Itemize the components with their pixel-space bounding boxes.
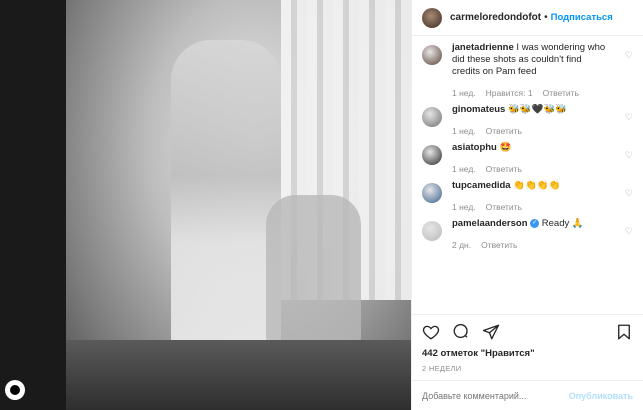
post-time: 2 НЕДЕЛИ [422,364,462,373]
reply-button[interactable]: Ответить [481,240,517,250]
comment-like-icon[interactable]: ♡ [625,226,633,237]
comment-body: janetadrienne I was wondering who did th… [452,42,612,98]
verified-badge-icon: ✓ [530,218,540,228]
post-modal: carmeloredondofot • Подписаться janetadr… [66,0,643,410]
likes-count[interactable]: 442 отметок "Нравится" [412,348,643,362]
photo-figure [171,40,281,380]
comment-item: ginomateus 🐝🐝🖤🐝🐝 1 нед. Ответить ♡ [422,104,635,136]
comment-input[interactable] [422,390,569,401]
post-photo [66,0,411,410]
comment-age[interactable]: 1 нед. [452,164,476,174]
like-heart-icon[interactable] [422,323,440,341]
comment-item: janetadrienne I was wondering who did th… [422,42,635,98]
reply-button[interactable]: Ответить [486,164,522,174]
reply-button[interactable]: Ответить [486,126,522,136]
comment-content: 🐝🐝🖤🐝🐝 [507,104,568,115]
share-send-icon[interactable] [482,323,500,341]
comment-text: janetadrienne I was wondering who did th… [452,42,612,78]
comment-meta: 1 нед. Нравится: 1 Ответить [452,88,612,98]
author-username[interactable]: carmeloredondofot [450,12,541,23]
commenter-avatar[interactable] [422,107,442,127]
comment-bubble-icon[interactable] [452,323,470,341]
comment-meta: 1 нед. Ответить [452,126,612,136]
comment-item: pamelaanderson ✓ Ready 🙏 2 дн. Ответить ♡ [422,218,635,250]
profile-icon[interactable] [5,380,25,400]
action-bar [412,314,643,348]
comment-age[interactable]: 1 нед. [452,202,476,212]
comment-age[interactable]: 1 нед. [452,126,476,136]
comment-body: ginomateus 🐝🐝🖤🐝🐝 1 нед. Ответить [452,104,612,136]
comment-meta: 1 нед. Ответить [452,202,612,212]
commenter-username[interactable]: asiatophu [452,142,497,153]
comment-age[interactable]: 1 нед. [452,88,476,98]
comment-item: asiatophu 🤩 1 нед. Ответить ♡ [422,142,635,174]
commenter-avatar[interactable] [422,221,442,241]
comment-body: asiatophu 🤩 1 нед. Ответить [452,142,612,174]
comment-text: tupcamedida 👏👏👏👏 [452,180,612,192]
comment-content: Ready 🙏 [541,218,584,229]
comment-meta: 2 дн. Ответить [452,240,612,250]
reply-button[interactable]: Ответить [543,88,579,98]
follow-button[interactable]: Подписаться [551,12,613,23]
reply-button[interactable]: Ответить [486,202,522,212]
comment-body: tupcamedida 👏👏👏👏 1 нед. Ответить [452,180,612,212]
commenter-username[interactable]: tupcamedida [452,180,511,191]
comment-body: pamelaanderson ✓ Ready 🙏 2 дн. Ответить [452,218,612,250]
comment-likes[interactable]: Нравится: 1 [486,88,533,98]
comment-content: 👏👏👏👏 [513,180,561,191]
separator-dot: • [544,12,548,23]
comment-like-icon[interactable]: ♡ [625,150,633,161]
post-panel: carmeloredondofot • Подписаться janetadr… [411,0,643,410]
comment-text: asiatophu 🤩 [452,142,612,154]
add-comment-bar: Опубликовать [412,380,643,410]
comment-like-icon[interactable]: ♡ [625,188,633,199]
post-comment-button[interactable]: Опубликовать [569,391,633,401]
comment-list: janetadrienne I was wondering who did th… [412,36,643,314]
commenter-username[interactable]: janetadrienne [452,42,514,53]
post-header: carmeloredondofot • Подписаться [412,0,643,36]
commenter-avatar[interactable] [422,183,442,203]
comment-age[interactable]: 2 дн. [452,240,471,250]
commenter-username[interactable]: ginomateus [452,104,505,115]
bookmark-icon[interactable] [615,323,633,341]
comment-text: pamelaanderson ✓ Ready 🙏 [452,218,612,230]
commenter-avatar[interactable] [422,45,442,65]
commenter-username[interactable]: pamelaanderson [452,218,528,229]
photo-floor [66,340,411,410]
comment-text: ginomateus 🐝🐝🖤🐝🐝 [452,104,612,116]
comment-meta: 1 нед. Ответить [452,164,612,174]
author-avatar[interactable] [422,7,442,28]
comment-item: tupcamedida 👏👏👏👏 1 нед. Ответить ♡ [422,180,635,212]
commenter-avatar[interactable] [422,145,442,165]
comment-like-icon[interactable]: ♡ [625,112,633,123]
photo-chair [266,195,361,345]
comment-content: 🤩 [499,142,512,153]
comment-like-icon[interactable]: ♡ [625,50,633,61]
